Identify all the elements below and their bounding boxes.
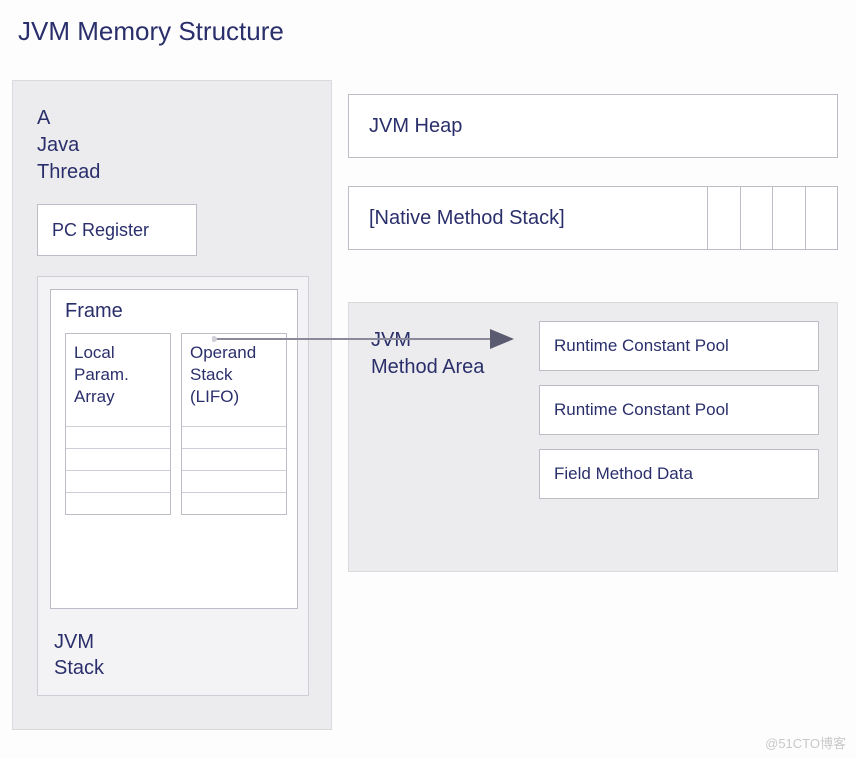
- stack-slot: [182, 426, 286, 448]
- local-param-array-label: Local Param. Array: [66, 334, 170, 426]
- operand-stack-box: Operand Stack (LIFO): [181, 333, 287, 515]
- stack-slot: [182, 492, 286, 514]
- local-param-array-box: Local Param. Array: [65, 333, 171, 515]
- watermark: @51CTO博客: [765, 733, 846, 752]
- jvm-stack-box: Frame Local Param. Array Operand Stack (…: [37, 276, 309, 696]
- native-method-stack-box: [Native Method Stack]: [348, 186, 838, 250]
- method-area-item: Field Method Data: [539, 449, 819, 499]
- method-area-item: Runtime Constant Pool: [539, 385, 819, 435]
- jvm-stack-label: JVM Stack: [54, 629, 104, 681]
- stack-slot: [182, 470, 286, 492]
- thread-label: A Java Thread: [37, 105, 311, 186]
- method-area-item-label: Runtime Constant Pool: [554, 336, 729, 356]
- method-area-item-label: Field Method Data: [554, 464, 693, 484]
- method-area-label: JVM Method Area: [371, 327, 521, 381]
- array-slot: [66, 448, 170, 470]
- array-slot: [66, 492, 170, 514]
- method-area-item-label: Runtime Constant Pool: [554, 400, 729, 420]
- native-stack-slots: [707, 187, 837, 249]
- native-slot: [707, 187, 740, 249]
- frame-label: Frame: [65, 300, 287, 323]
- pc-register-label: PC Register: [52, 220, 149, 241]
- array-slot: [66, 426, 170, 448]
- thread-panel: A Java Thread PC Register Frame Local Pa…: [12, 80, 332, 730]
- native-slot: [740, 187, 773, 249]
- stack-slot: [182, 448, 286, 470]
- array-slot: [66, 470, 170, 492]
- method-area-item: Runtime Constant Pool: [539, 321, 819, 371]
- method-area-box: JVM Method Area Runtime Constant Pool Ru…: [348, 302, 838, 572]
- native-slot: [772, 187, 805, 249]
- native-method-stack-label: [Native Method Stack]: [369, 207, 565, 230]
- page-title: JVM Memory Structure: [0, 0, 856, 47]
- pc-register-box: PC Register: [37, 204, 197, 256]
- diagram-canvas: A Java Thread PC Register Frame Local Pa…: [12, 80, 842, 730]
- native-slot: [805, 187, 838, 249]
- jvm-heap-label: JVM Heap: [369, 115, 462, 138]
- operand-stack-label: Operand Stack (LIFO): [182, 334, 286, 426]
- jvm-heap-box: JVM Heap: [348, 94, 838, 158]
- frame-box: Frame Local Param. Array Operand Stack (…: [50, 289, 298, 609]
